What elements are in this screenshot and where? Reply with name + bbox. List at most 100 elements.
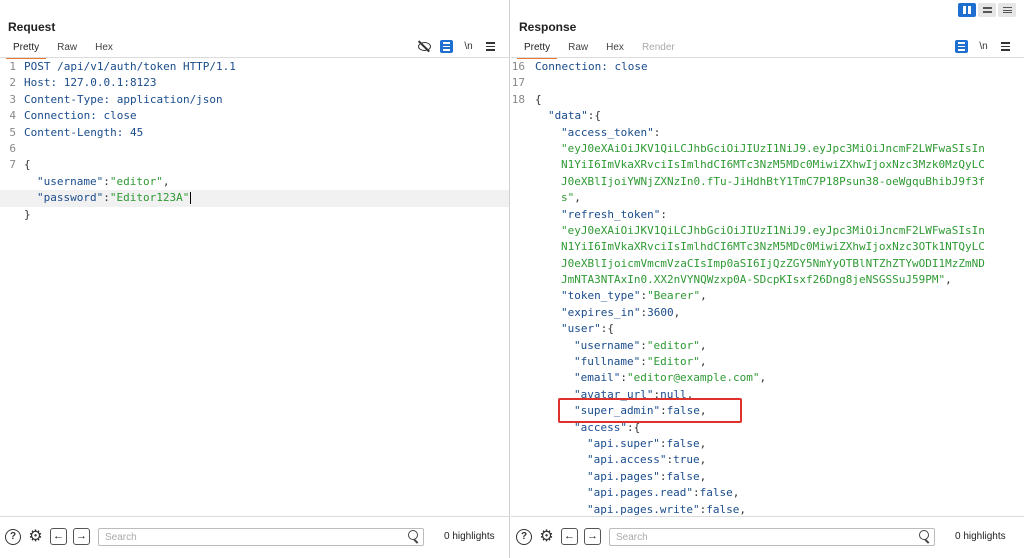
json-key: "api.access" (587, 453, 667, 467)
json-key: "api.pages.read" (587, 486, 693, 500)
menu-icon[interactable] (484, 40, 497, 53)
code-line: 3 Content-Type: application/json (0, 92, 509, 108)
code-text: "username":"editor", (535, 338, 706, 354)
request-title: Request (8, 20, 56, 34)
json-separator: : (103, 174, 110, 188)
code-line: J0eXBlIjoicmVmcmVzaCIsImp0aSI6IjQzZGY5Nm… (511, 256, 1024, 272)
code-line: "api.super":false, (511, 436, 1024, 452)
json-punct: , (700, 289, 707, 303)
json-separator: : (692, 486, 700, 500)
forward-arrow-icon[interactable]: → (584, 528, 601, 545)
json-punct: , (945, 273, 952, 287)
json-value: "eyJ0eXAiOiJKV1QiLCJhbGciOiJIUzI1NiJ9.ey… (561, 141, 985, 155)
code-line: "data":{ (511, 108, 1024, 124)
code-text: "eyJ0eXAiOiJKV1QiLCJhbGciOiJIUzI1NiJ9.ey… (535, 223, 985, 239)
json-value: "editor@example.com" (626, 371, 760, 385)
code-line: "refresh_token": (511, 207, 1024, 223)
json-value: "editor" (646, 338, 700, 352)
json-value: J0eXBlIjoiYWNjZXNzIn0.fTu-JiHdhBtY1TmC7P… (561, 174, 985, 188)
code-text: "refresh_token": (535, 207, 667, 223)
pretty-print-icon[interactable] (955, 40, 968, 53)
json-value: N1YiI6ImVkaXRvciIsImlhdCI6MTc3NzM5MDc0Mi… (561, 158, 985, 172)
code-line: "api.pages":false, (511, 469, 1024, 485)
pretty-print-icon[interactable] (440, 40, 453, 53)
code-text: Host: 127.0.0.1:8123 (24, 75, 156, 91)
json-punct: , (673, 305, 681, 319)
code-line: J0eXBlIjoiYWNjZXNzIn0.fTu-JiHdhBtY1TmC7P… (511, 174, 1024, 190)
search-input[interactable] (616, 530, 906, 544)
line-number: 5 (9, 125, 16, 139)
json-key: "fullname" (574, 355, 641, 369)
newline-toggle-button[interactable]: \n (462, 40, 475, 53)
search-icon[interactable] (919, 530, 929, 540)
code-text: "fullname":"Editor", (535, 354, 706, 370)
code-text: { (535, 92, 542, 108)
json-key: "username" (574, 338, 641, 352)
divider (0, 57, 509, 58)
json-punct: , (574, 191, 581, 205)
json-separator: : (660, 404, 667, 418)
code-line: "username":"editor", (511, 338, 1024, 354)
code-text: Connection: close (24, 108, 137, 124)
tabs-layout-icon[interactable] (998, 3, 1016, 17)
code-line: "api.access":true, (511, 452, 1024, 468)
code-text: N1YiI6ImVkaXRvciIsImlhdCI6MTc3NzM5MDc0Mi… (535, 157, 985, 173)
menu-icon[interactable] (999, 40, 1012, 53)
layout-toggle (958, 3, 1016, 17)
json-separator: : (103, 191, 110, 205)
code-token: Content-Type: application/json (24, 92, 223, 106)
code-line: "fullname":"Editor", (511, 354, 1024, 370)
code-text: Content-Type: application/json (24, 92, 223, 108)
forward-arrow-icon[interactable]: → (73, 528, 90, 545)
code-line: 6 (0, 141, 509, 157)
code-text: "api.super":false, (535, 436, 706, 452)
code-text: "email":"editor@example.com", (535, 370, 766, 386)
code-line: JmNTA3NTAxIn0.XX2nVYNQWzxp0A-SDcpKIsxf26… (511, 272, 1024, 288)
help-icon[interactable]: ? (516, 528, 532, 545)
code-token: Host: 127.0.0.1:8123 (24, 76, 157, 90)
json-key: "access" (574, 420, 627, 434)
help-icon[interactable]: ? (5, 528, 21, 545)
json-punct: , (739, 502, 746, 516)
code-text: "token_type":"Bearer", (535, 288, 707, 304)
line-number: 6 (9, 141, 16, 155)
code-text: "eyJ0eXAiOiJKV1QiLCJhbGciOiJIUzI1NiJ9.ey… (535, 141, 985, 157)
code-text: N1YiI6ImVkaXRvciIsImlhdCI6MTc3NzM5MDc0Mi… (535, 239, 985, 255)
code-text: } (24, 207, 31, 223)
eye-slash-icon[interactable] (418, 40, 431, 53)
json-separator: : (653, 125, 661, 139)
response-editor[interactable]: 16 Connection: close 17 18{"data":{"access_… (511, 59, 1024, 516)
code-token: Connection: close (535, 60, 648, 73)
line-number: 4 (9, 109, 16, 123)
json-value: { (633, 420, 641, 434)
json-value: "editor" (109, 174, 163, 188)
request-tools: \n (418, 40, 497, 53)
request-pane: Request Pretty Raw Hex \n 1 POST /api/v1/… (0, 0, 510, 558)
search-icon[interactable] (408, 530, 418, 540)
back-arrow-icon[interactable]: ← (561, 528, 578, 545)
code-line: "user":{ (511, 321, 1024, 337)
split-vertical-icon[interactable] (978, 3, 996, 17)
search-input[interactable] (105, 530, 395, 544)
json-key: "api.pages" (587, 469, 660, 483)
request-editor[interactable]: 1 POST /api/v1/auth/token HTTP/1.1 2 Host: … (0, 59, 509, 516)
code-text: s", (535, 190, 581, 206)
back-arrow-icon[interactable]: ← (50, 528, 67, 545)
request-search (98, 528, 424, 546)
json-value: false (666, 469, 700, 483)
line-number: 16 (511, 60, 525, 73)
code-text: "access":{ (535, 420, 640, 436)
response-pane: Response Pretty Raw Hex Render \n 16 Conn… (511, 0, 1024, 558)
json-key: "api.super" (587, 436, 660, 450)
code-text: Connection: close (535, 59, 648, 75)
gear-icon[interactable]: ⚙ (27, 528, 44, 545)
code-text: "api.access":true, (535, 452, 706, 468)
json-value: false (699, 486, 733, 500)
line-number: 3 (9, 92, 16, 106)
gear-icon[interactable]: ⚙ (538, 528, 555, 545)
line-number: 17 (511, 76, 525, 90)
json-value: JmNTA3NTAxIn0.XX2nVYNQWzxp0A-SDcpKIsxf26… (561, 273, 946, 287)
newline-toggle-button[interactable]: \n (977, 40, 990, 53)
split-horizontal-icon[interactable] (958, 3, 976, 17)
response-bottom-bar: ? ⚙ ← → 0 highlights (511, 516, 1024, 558)
